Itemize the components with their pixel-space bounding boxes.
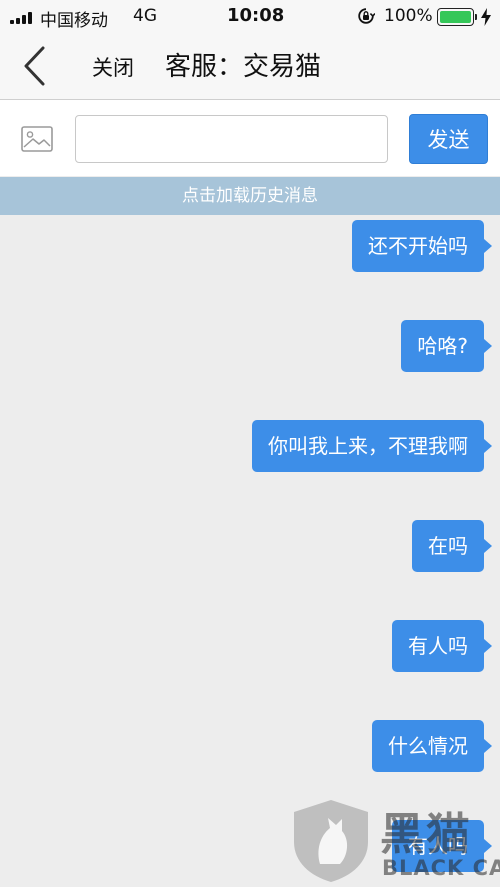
chevron-left-icon[interactable] [14,42,54,90]
message-bubble[interactable]: 还不开始吗 [352,220,492,272]
status-bar: 中国移动 4G 10:08 100% [0,0,500,34]
page-title: 客服：交易猫 [165,52,322,82]
charging-bolt-icon [481,8,491,26]
close-button[interactable]: 关闭 [92,52,134,82]
message-bubble[interactable]: 什么情况 [372,720,492,772]
carrier-name: 中国移动 [40,11,108,31]
message-bubble[interactable]: 你叫我上来，不理我啊 [252,420,492,472]
signal-strength-icon [10,12,34,24]
message-bubble[interactable]: 哈咯? [401,320,492,372]
message-input[interactable] [75,115,388,163]
load-history-button[interactable]: 点击加载历史消息 [0,177,500,215]
clock: 10:08 [227,5,285,26]
battery-percentage: 100% [384,6,433,26]
image-icon[interactable] [21,126,53,152]
battery-tip [475,14,477,20]
message-input-bar: 发送 [0,100,500,176]
message-bubble[interactable]: 有人吗 [392,620,492,672]
message-list: 还不开始吗 哈咯? 你叫我上来，不理我啊 在吗 有人吗 什么情况 有人吗 [0,215,500,887]
network-type: 4G [133,6,157,26]
send-button[interactable]: 发送 [409,114,488,164]
rotation-lock-icon [358,8,375,24]
battery-level [440,11,471,23]
message-bubble[interactable]: 在吗 [412,520,492,572]
message-bubble[interactable]: 有人吗 [392,820,492,872]
navigation-bar: 关闭 客服：交易猫 [0,34,500,100]
battery-icon [437,8,474,26]
